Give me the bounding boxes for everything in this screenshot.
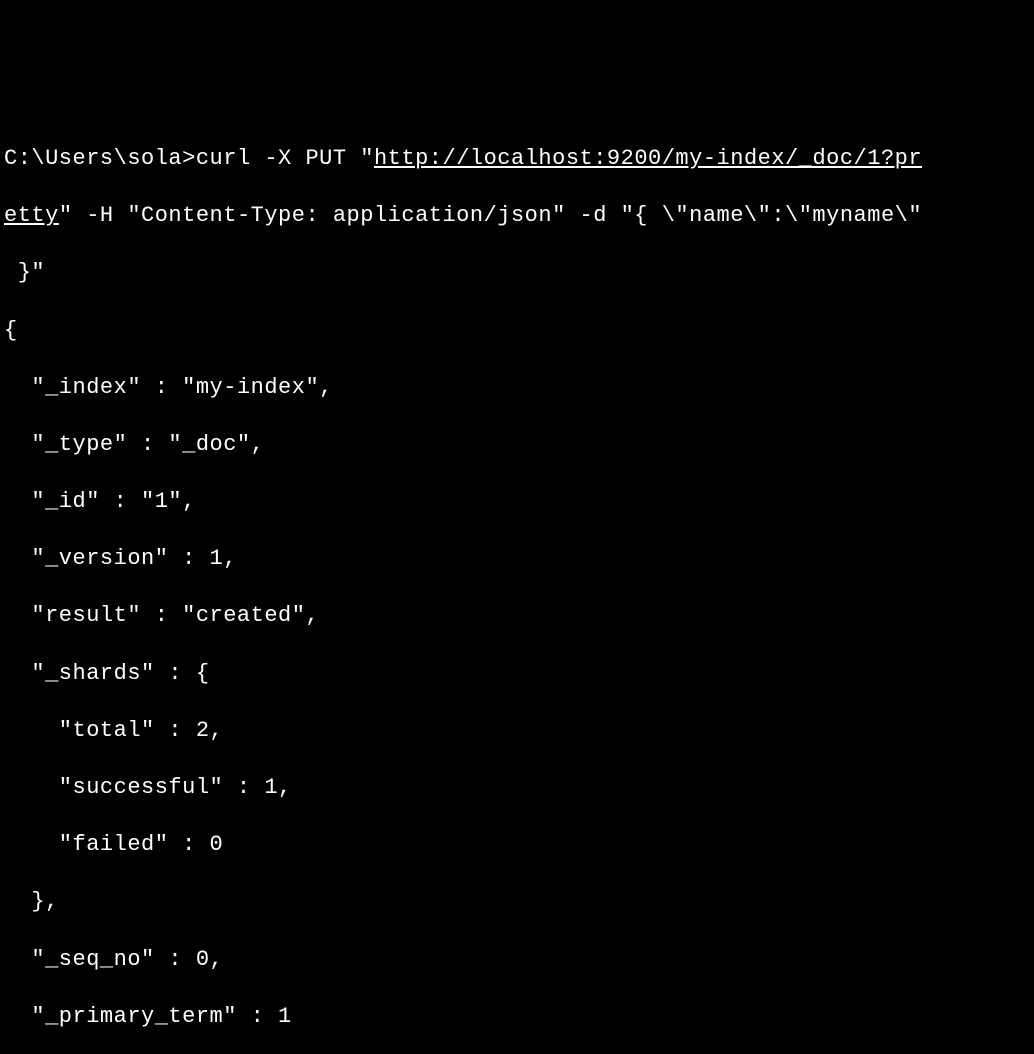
command-line-1: C:\Users\sola>curl -X PUT "http://localh… [4,145,1030,174]
output-line-11: }, [4,888,1030,917]
output-line-6: "result" : "created", [4,602,1030,631]
command-line-2: etty" -H "Content-Type: application/json… [4,202,1030,231]
output-line-3: "_type" : "_doc", [4,431,1030,460]
output-line-12: "_seq_no" : 0, [4,946,1030,975]
terminal-window[interactable]: C:\Users\sola>curl -X PUT "http://localh… [4,116,1030,639]
output-line-8: "total" : 2, [4,717,1030,746]
output-line-9: "successful" : 1, [4,774,1030,803]
output-line-4: "_id" : "1", [4,488,1030,517]
command-text-1: curl -X PUT " [196,146,374,171]
output-line-13: "_primary_term" : 1 [4,1003,1030,1032]
command-url: http://localhost:9200/my-index/_doc/1?pr [374,146,922,171]
prompt: C:\Users\sola> [4,146,196,171]
command-text-2a: etty [4,203,59,228]
output-line-10: "failed" : 0 [4,831,1030,860]
command-line-3: }" [4,259,1030,288]
output-line-1: { [4,317,1030,346]
output-line-5: "_version" : 1, [4,545,1030,574]
command-text-2b: " -H "Content-Type: application/json" -d… [59,203,922,228]
output-line-2: "_index" : "my-index", [4,374,1030,403]
output-line-7: "_shards" : { [4,660,1030,689]
